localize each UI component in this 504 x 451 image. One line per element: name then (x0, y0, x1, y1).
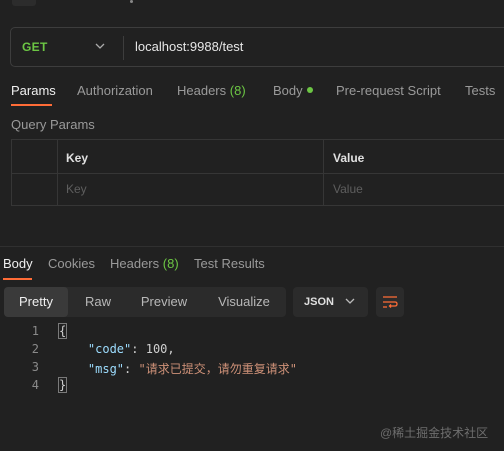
response-tab-body[interactable]: Body (3, 256, 33, 271)
response-tab-test-results[interactable]: Test Results (194, 256, 265, 271)
response-tabs: Body Cookies Headers (8) Test Results (0, 252, 504, 280)
tab-params[interactable]: Params (11, 83, 56, 98)
close-brace: } (57, 377, 68, 393)
request-url-bar: GET (10, 27, 504, 67)
wrap-lines-icon (383, 296, 398, 308)
method-select[interactable]: GET (22, 40, 48, 54)
tab-body[interactable]: Body (273, 83, 313, 98)
top-toolbar-sliver (0, 0, 504, 10)
view-preview-button[interactable]: Preview (132, 287, 196, 317)
format-select[interactable]: JSON (293, 287, 368, 317)
line-number: 2 (31, 342, 39, 356)
response-tab-headers-label: Headers (110, 256, 160, 271)
active-response-tab-indicator (3, 278, 32, 280)
pane-divider[interactable] (0, 246, 504, 247)
url-divider (123, 36, 124, 60)
value-input[interactable]: Value (333, 182, 363, 196)
column-header-key: Key (66, 151, 89, 165)
back-button[interactable] (12, 0, 36, 6)
chevron-down-icon[interactable] (95, 43, 105, 49)
request-tabs: Params Authorization Headers (8) Body Pr… (0, 80, 504, 108)
tab-tests[interactable]: Tests (465, 83, 495, 98)
tab-pre-request-script[interactable]: Pre-request Script (336, 83, 441, 98)
response-tab-cookies[interactable]: Cookies (48, 256, 95, 271)
code-line-4: } (57, 377, 68, 393)
code-line-1: { (57, 323, 68, 339)
key-input[interactable]: Key (66, 182, 87, 196)
tab-headers[interactable]: Headers (8) (177, 83, 246, 98)
column-divider (57, 140, 58, 206)
json-key-msg: "msg" (87, 362, 125, 376)
code-line-2: "code": 100, (87, 342, 175, 356)
json-value-code: 100 (145, 342, 168, 356)
view-mode-selector: Pretty Raw Preview Visualize (4, 287, 286, 317)
response-body-editor[interactable]: 1 2 3 4 { "code": 100, "msg": "请求已提交，请勿重… (0, 322, 504, 402)
json-value-msg: "请求已提交，请勿重复请求" (138, 362, 297, 376)
response-headers-count: (8) (162, 256, 179, 271)
view-pretty-button[interactable]: Pretty (4, 287, 68, 317)
view-visualize-button[interactable]: Visualize (208, 287, 280, 317)
body-indicator-dot (306, 87, 313, 93)
line-number: 1 (31, 324, 39, 338)
query-params-title: Query Params (11, 117, 95, 132)
code-line-3: "msg": "请求已提交，请勿重复请求" (87, 362, 297, 376)
status-dot (130, 0, 133, 3)
format-label: JSON (304, 296, 334, 308)
wrap-lines-button[interactable] (376, 287, 404, 317)
open-brace: { (57, 323, 68, 339)
tab-authorization[interactable]: Authorization (77, 83, 153, 98)
headers-count: (8) (229, 83, 246, 98)
response-tab-headers[interactable]: Headers (8) (110, 256, 179, 271)
tab-headers-label: Headers (177, 83, 227, 98)
chevron-down-icon (345, 298, 355, 304)
line-number: 4 (31, 378, 39, 392)
watermark: @稀土掘金技术社区 (380, 426, 489, 440)
json-key-code: "code" (87, 342, 132, 356)
line-number: 3 (31, 360, 39, 374)
url-input[interactable] (135, 39, 495, 54)
column-header-value: Value (333, 151, 365, 165)
tab-body-label: Body (273, 83, 303, 98)
column-divider (323, 140, 324, 206)
active-tab-indicator (11, 104, 52, 106)
view-raw-button[interactable]: Raw (76, 287, 120, 317)
query-params-table: Key Value Key Value (11, 139, 504, 206)
